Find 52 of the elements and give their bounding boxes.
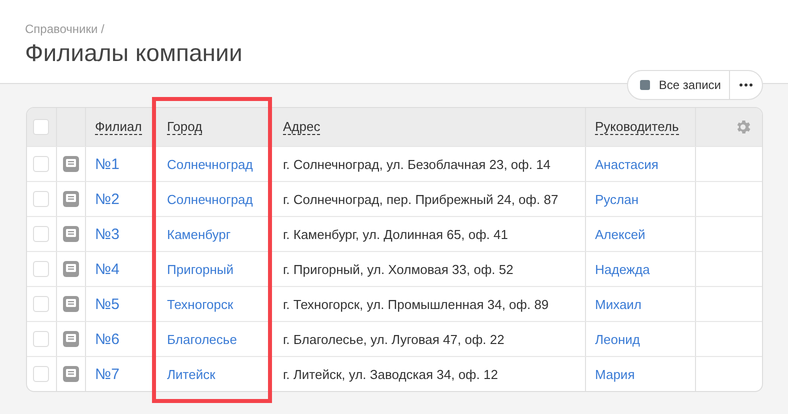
branch-link[interactable]: №6 [95,330,120,348]
note-icon[interactable] [63,261,79,277]
filter-button[interactable]: Все записи [628,71,730,99]
address-cell: г. Литейск, ул. Заводская 34, оф. 12 [283,366,498,382]
branch-link[interactable]: №4 [95,260,120,278]
manager-link[interactable]: Алексей [595,226,646,242]
address-cell: г. Техногорск, ул. Промышленная 34, оф. 89 [283,296,549,312]
manager-link[interactable]: Руслан [595,192,639,206]
square-icon [640,80,650,90]
column-header[interactable]: Город [167,120,202,134]
address-cell: г. Солнечноград, ул. Безоблачная 23, оф. 14 [283,156,551,172]
branch-link[interactable]: №7 [95,366,120,382]
column-header[interactable]: Филиал [95,120,142,134]
row-checkbox[interactable] [33,191,49,207]
note-icon[interactable] [63,366,79,382]
row-checkbox[interactable] [33,331,49,347]
column-header[interactable]: Адрес [283,120,320,134]
city-link[interactable]: Каменбург [167,226,231,242]
note-icon[interactable] [63,296,79,312]
city-link[interactable]: Солнечноград [167,192,253,206]
branch-link[interactable]: №2 [95,190,120,208]
address-cell: г. Солнечноград, пер. Прибрежный 24, оф. 87 [283,192,558,206]
address-cell: г. Каменбург, ул. Долинная 65, оф. 41 [283,226,508,242]
row-checkbox[interactable] [33,296,49,312]
city-link[interactable]: Благолесье [167,332,237,346]
page-title: Филиалы компании [25,40,244,68]
branch-link[interactable]: №5 [95,296,120,312]
row-checkbox[interactable] [33,366,49,382]
city-link[interactable]: Пригорный [167,262,234,276]
manager-link[interactable]: Надежда [595,262,650,276]
branch-link[interactable]: №3 [95,226,120,242]
row-checkbox[interactable] [33,261,49,277]
manager-link[interactable]: Леонид [595,332,640,346]
note-icon[interactable] [63,331,79,347]
manager-link[interactable]: Мария [595,366,635,382]
note-icon[interactable] [63,191,79,207]
city-link[interactable]: Литейск [167,366,216,382]
row-checkbox[interactable] [33,226,49,242]
row-checkbox[interactable] [33,156,49,172]
column-header[interactable]: Руководитель [595,120,679,134]
breadcrumb[interactable]: Справочники / [25,22,788,36]
address-cell: г. Благолесье, ул. Луговая 47, оф. 22 [283,332,504,346]
manager-link[interactable]: Анастасия [595,156,658,172]
city-link[interactable]: Солнечноград [167,156,253,172]
note-icon[interactable] [63,226,79,242]
address-cell: г. Пригорный, ул. Холмовая 33, оф. 52 [283,262,514,276]
manager-link[interactable]: Михаил [595,296,642,312]
more-icon [739,83,753,87]
city-link[interactable]: Техногорск [167,296,234,312]
note-icon[interactable] [63,156,79,172]
select-all-checkbox[interactable] [33,119,49,135]
branch-link[interactable]: №1 [95,156,120,172]
